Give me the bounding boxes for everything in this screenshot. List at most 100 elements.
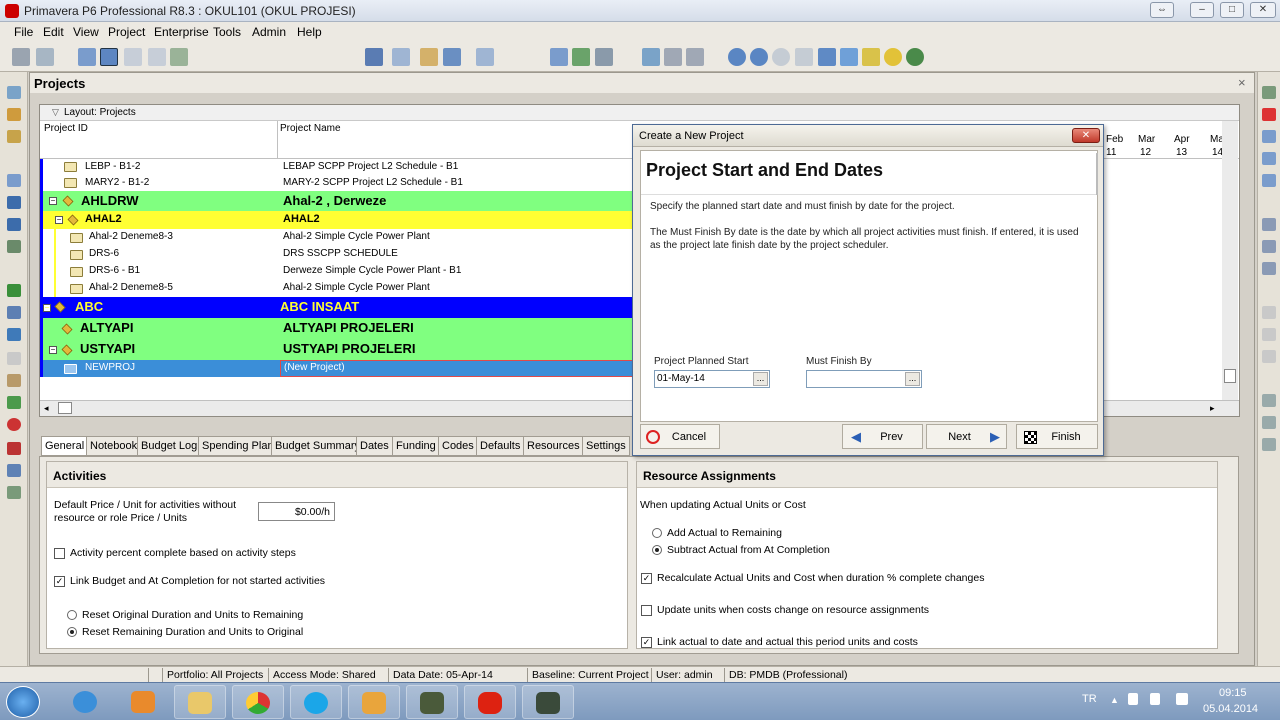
table-row[interactable]: − ABC ABC INSAAT xyxy=(40,297,632,318)
link-actual-checkbox[interactable]: ✓ xyxy=(641,637,652,648)
menu-tools[interactable]: Tools xyxy=(213,25,241,39)
table-icon[interactable] xyxy=(550,48,568,66)
dock-thresholds-icon[interactable] xyxy=(7,328,21,341)
prev-button[interactable]: ◀ Prev xyxy=(842,424,923,449)
menu-edit[interactable]: Edit xyxy=(43,25,64,39)
tab-codes[interactable]: Codes xyxy=(438,436,478,456)
link-budget-checkbox[interactable]: ✓ xyxy=(54,576,65,587)
dock-wbs-icon[interactable] xyxy=(7,130,21,143)
delete-icon[interactable] xyxy=(1262,108,1276,121)
percent-complete-checkbox[interactable] xyxy=(54,548,65,559)
start-button[interactable] xyxy=(6,686,40,718)
ie-taskbar-button[interactable] xyxy=(60,685,112,719)
oracle-taskbar-button[interactable] xyxy=(464,685,516,719)
schedule-icon[interactable] xyxy=(572,48,590,66)
tree-icon[interactable] xyxy=(170,48,188,66)
table-row-selected[interactable]: NEWPROJ (New Project) xyxy=(40,360,635,377)
dock-resources-icon[interactable] xyxy=(7,196,21,209)
filter-dock-icon[interactable] xyxy=(1262,394,1276,407)
vertical-scrollbar[interactable] xyxy=(1222,121,1238,400)
skype-taskbar-button[interactable] xyxy=(290,685,342,719)
scroll-left-icon[interactable]: ◂ xyxy=(44,403,49,414)
cancel-button[interactable]: Cancel xyxy=(640,424,720,449)
finish-button[interactable]: Finish xyxy=(1016,424,1098,449)
close-button[interactable]: ✕ xyxy=(1250,2,1276,18)
notebook-icon[interactable] xyxy=(818,48,836,66)
dock-tracking-layouts-icon[interactable] xyxy=(7,464,21,477)
grid-icon[interactable] xyxy=(78,48,96,66)
minimize-button[interactable]: – xyxy=(1190,2,1214,18)
collapse-icon[interactable]: − xyxy=(43,304,51,312)
timescale-icon[interactable] xyxy=(795,48,813,66)
find-icon[interactable] xyxy=(1262,262,1276,275)
level-icon[interactable] xyxy=(595,48,613,66)
dock-risks-icon[interactable] xyxy=(7,396,21,409)
close-project-icon[interactable] xyxy=(1262,240,1276,253)
column-project-name[interactable]: Project Name xyxy=(280,123,341,134)
price-input[interactable]: $0.00/h xyxy=(258,502,335,521)
chevron-down-icon[interactable]: ▽ xyxy=(52,107,59,118)
menu-admin[interactable]: Admin xyxy=(252,25,286,39)
zoom-fit-icon[interactable] xyxy=(772,48,790,66)
menu-file[interactable]: File xyxy=(14,25,33,39)
collapse-icon[interactable]: − xyxy=(55,216,63,224)
paste-icon[interactable] xyxy=(1262,174,1276,187)
table-row[interactable]: LEBP - B1-2 LEBAP SCPP Project L2 Schedu… xyxy=(40,159,632,175)
summarize-icon[interactable] xyxy=(686,48,704,66)
table-row[interactable]: DRS-6 DRS SSCPP SCHEDULE xyxy=(40,246,632,263)
tab-general[interactable]: General xyxy=(41,436,89,456)
recalculate-checkbox[interactable]: ✓ xyxy=(641,573,652,584)
menu-help[interactable]: Help xyxy=(297,25,322,39)
clock-time[interactable]: 09:15 xyxy=(1219,687,1247,699)
comment-icon[interactable] xyxy=(862,48,880,66)
menu-enterprise[interactable]: Enterprise xyxy=(154,25,209,39)
indent-icon[interactable] xyxy=(1262,350,1276,363)
layout-icon[interactable] xyxy=(100,48,118,66)
date-picker-icon[interactable]: ... xyxy=(905,372,920,386)
network-icon[interactable] xyxy=(1128,693,1138,705)
tool-taskbar-button[interactable] xyxy=(522,685,574,719)
row-name-editor[interactable]: (New Project) xyxy=(280,360,635,377)
reset-remaining-radio[interactable] xyxy=(67,627,77,637)
dock-reports-icon[interactable] xyxy=(7,240,21,253)
dock-roles-icon[interactable] xyxy=(7,218,21,231)
update-units-checkbox[interactable] xyxy=(641,605,652,616)
move-down-icon[interactable] xyxy=(1262,328,1276,341)
show-hidden-icons[interactable]: ▲ xyxy=(1110,695,1119,705)
volume-icon[interactable] xyxy=(1150,693,1160,705)
table-row[interactable]: MARY2 - B1-2 MARY-2 SCPP Project L2 Sche… xyxy=(40,175,632,191)
users-icon[interactable] xyxy=(840,48,858,66)
dock-documents-icon[interactable] xyxy=(7,374,21,387)
move-up-icon[interactable] xyxy=(1262,306,1276,319)
language-indicator[interactable]: TR xyxy=(1082,693,1097,705)
outlook-taskbar-button[interactable] xyxy=(348,685,400,719)
open-project-icon[interactable] xyxy=(1262,218,1276,231)
tab-defaults[interactable]: Defaults xyxy=(476,436,525,456)
tab-settings[interactable]: Settings xyxy=(582,436,630,456)
filter-icon[interactable] xyxy=(443,48,461,66)
scroll-thumb[interactable] xyxy=(58,402,72,414)
tab-notebook[interactable]: Notebook xyxy=(86,436,142,456)
dock-eps-icon[interactable] xyxy=(7,108,21,121)
link-icon[interactable] xyxy=(124,48,142,66)
collapse-icon[interactable]: − xyxy=(49,346,57,354)
table-row[interactable]: ALTYAPI ALTYAPI PROJELERI xyxy=(40,318,632,339)
planned-start-input[interactable]: 01-May-14 ... xyxy=(654,370,770,388)
tab-dates[interactable]: Dates xyxy=(356,436,393,456)
dock-projects-icon[interactable] xyxy=(7,86,21,99)
table-row[interactable]: Ahal-2 Deneme8-5 Ahal-2 Simple Cycle Pow… xyxy=(40,280,632,297)
menu-view[interactable]: View xyxy=(73,25,99,39)
menu-project[interactable]: Project xyxy=(108,25,145,39)
table-row[interactable]: − AHAL2 AHAL2 xyxy=(40,211,632,229)
next-button[interactable]: Next ▶ xyxy=(926,424,1007,449)
cut-icon[interactable] xyxy=(1262,130,1276,143)
align-icon[interactable] xyxy=(365,48,383,66)
date-picker-icon[interactable]: ... xyxy=(753,372,768,386)
explorer-taskbar-button[interactable] xyxy=(174,685,226,719)
print-icon[interactable] xyxy=(12,48,30,66)
dock-tracking-icon[interactable] xyxy=(7,284,21,297)
progress-icon[interactable] xyxy=(664,48,682,66)
dock-activities-icon[interactable] xyxy=(7,174,21,187)
add-actual-radio[interactable] xyxy=(652,528,662,538)
tab-funding[interactable]: Funding xyxy=(392,436,440,456)
